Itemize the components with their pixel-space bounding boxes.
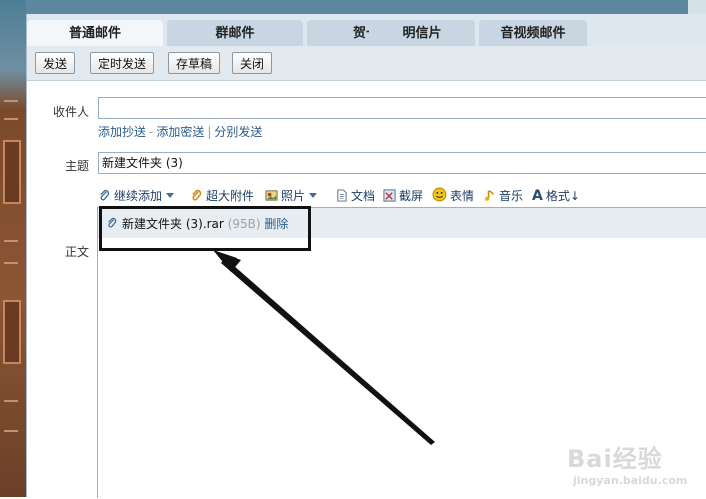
annotation-arrow: [213, 250, 435, 445]
background-decoration: [0, 0, 26, 497]
baidu-watermark: Bai经验 jingyan.baidu.com: [567, 439, 706, 499]
watermark-url: jingyan.baidu.com: [573, 474, 688, 487]
watermark-brand: Bai经验: [567, 445, 663, 473]
compose-panel: 普通邮件 群邮件 贺卡 明信片 音视频邮件 发送 定时发送 存草稿 关闭 收件人…: [26, 14, 706, 499]
